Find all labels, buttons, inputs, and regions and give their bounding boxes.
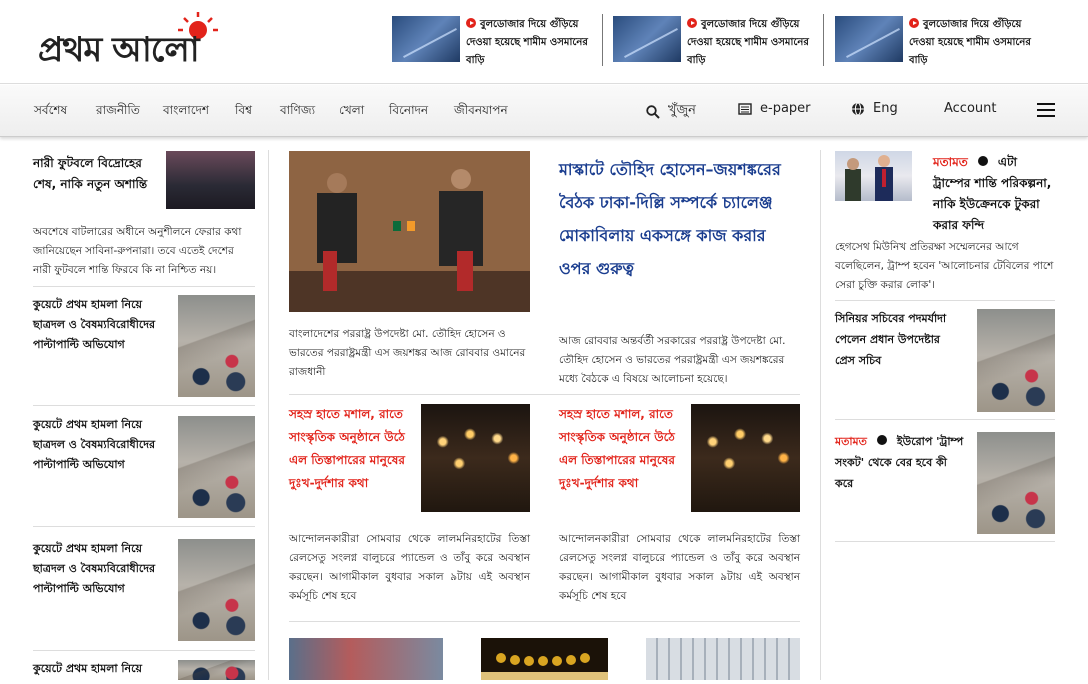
search-icon — [646, 104, 660, 119]
teaser-title[interactable]: বুলডোজার দিয়ে গুঁড়িয়ে দেওয়া হয়েছে শ… — [466, 19, 588, 66]
opinion-image[interactable] — [835, 151, 912, 201]
nav-item-business[interactable]: বাণিজ্য — [280, 102, 315, 122]
nav-item-bangladesh[interactable]: বাংলাদেশ — [163, 102, 209, 122]
lead-image[interactable] — [289, 151, 530, 312]
divider — [289, 621, 800, 622]
main-nav: সর্বশেষ রাজনীতি বাংলাদেশ বিশ্ব বাণিজ্য খ… — [0, 85, 1088, 137]
left-story-image[interactable] — [178, 539, 255, 641]
story-summary: আন্দোলনকারীরা সোমবার থেকে লালমনিরহাটের ত… — [289, 533, 530, 602]
divider — [835, 300, 1055, 301]
top-teaser[interactable]: বুলডোজার দিয়ে গুঁড়িয়ে দেওয়া হয়েছে শ… — [613, 16, 823, 66]
right-story-image[interactable] — [977, 432, 1055, 534]
video-play-icon — [909, 18, 919, 28]
account-link[interactable]: Account — [944, 101, 997, 116]
language-label: Eng — [873, 101, 898, 116]
bullet-icon — [876, 435, 887, 445]
divider — [289, 394, 800, 395]
left-lead-title[interactable]: নারী ফুটবলে বিদ্রোহের শেষ, নাকি নতুন অশা… — [33, 153, 158, 195]
divider — [33, 526, 255, 527]
top-teaser[interactable]: বুলডোজার দিয়ে গুঁড়িয়ে দেওয়া হয়েছে শ… — [392, 16, 602, 66]
right-story-title[interactable]: সিনিয়র সচিবের পদমর্যাদা পেলেন প্রধান উপ… — [835, 308, 960, 371]
nav-item-sports[interactable]: খেলা — [339, 102, 364, 122]
lead-photo-art — [289, 151, 530, 312]
left-lead-image[interactable] — [166, 151, 255, 209]
column-divider — [820, 150, 821, 680]
menu-icon[interactable] — [1037, 103, 1055, 117]
teaser-thumbnail[interactable] — [835, 16, 903, 62]
bottom-story-image[interactable] — [481, 638, 608, 680]
teaser-title[interactable]: বুলডোজার দিয়ে গুঁড়িয়ে দেওয়া হয়েছে শ… — [909, 19, 1031, 66]
opinion-photo-art — [845, 155, 893, 201]
teaser-thumbnail[interactable] — [613, 16, 681, 62]
video-play-icon — [466, 18, 476, 28]
divider — [823, 14, 824, 66]
left-story-image[interactable] — [178, 295, 255, 397]
bullet-icon — [977, 156, 988, 166]
lead-summary: আজ রোববার অন্তর্বর্তী সরকারের পররাষ্ট্র … — [559, 335, 786, 385]
right-story-image[interactable] — [977, 309, 1055, 412]
lead-image-caption: বাংলাদেশের পররাষ্ট্র উপদেষ্টা মো. তৌহিদ … — [289, 328, 526, 378]
globe-icon — [852, 102, 864, 115]
left-story-title[interactable]: কুয়েটে প্রথম হামলা নিয়ে — [33, 659, 163, 679]
opinion-label[interactable]: মতামত — [933, 155, 968, 169]
lead-headline[interactable]: মাস্কাটে তৌহিদ হোসেন–জয়শঙ্করের বৈঠক ঢাক… — [559, 153, 799, 285]
site-logo[interactable]: প্রথম আলো — [38, 10, 283, 70]
story-image[interactable] — [691, 404, 800, 512]
column-divider — [268, 150, 269, 680]
teaser-title[interactable]: বুলডোজার দিয়ে গুঁড়িয়ে দেওয়া হয়েছে শ… — [687, 19, 809, 66]
search-label: খুঁজুন — [668, 103, 696, 118]
story-image[interactable] — [421, 404, 530, 512]
logo-text: প্রথম আলো — [38, 30, 200, 70]
left-story-title[interactable]: কুয়েটে প্রথম হামলা নিয়ে ছাত্রদল ও বৈষম… — [33, 295, 163, 355]
teaser-thumbnail[interactable] — [392, 16, 460, 62]
top-bar: প্রথম আলো বুলডোজার দিয়ে গুঁড়িয়ে দেওয়… — [0, 0, 1088, 84]
nav-item-lifestyle[interactable]: জীবনযাপন — [454, 102, 508, 122]
divider — [33, 405, 255, 406]
top-teaser[interactable]: বুলডোজার দিয়ে গুঁড়িয়ে দেওয়া হয়েছে শ… — [835, 16, 1045, 66]
story-title[interactable]: সহস্র হাতে মশাল, রাতে সাংস্কৃতিক অনুষ্ঠা… — [289, 403, 413, 495]
opinion-summary: হেগসেথ মিউনিখ প্রতিরক্ষা সম্মেলনের আগে ব… — [835, 241, 1054, 291]
divider — [33, 286, 255, 287]
left-story-image[interactable] — [178, 416, 255, 518]
divider — [835, 419, 1055, 420]
left-story-title[interactable]: কুয়েটে প্রথম হামলা নিয়ে ছাত্রদল ও বৈষম… — [33, 415, 163, 475]
newspaper-icon — [738, 102, 752, 115]
nav-item-politics[interactable]: রাজনীতি — [96, 102, 140, 122]
jewelry-photo-art — [481, 653, 608, 680]
video-play-icon — [687, 18, 697, 28]
left-lead-summary: অবশেষে বাটলারের অধীনে অনুশীলনে ফেরার কথা… — [33, 226, 242, 276]
bottom-story-image[interactable] — [289, 638, 443, 680]
divider — [835, 541, 1055, 542]
nav-item-world[interactable]: বিশ্ব — [235, 102, 252, 122]
story-summary: আন্দোলনকারীরা সোমবার থেকে লালমনিরহাটের ত… — [559, 533, 800, 602]
nav-item-entertainment[interactable]: বিনোদন — [389, 102, 428, 122]
epaper-link[interactable]: e-paper — [738, 101, 811, 116]
left-story-title[interactable]: কুয়েটে প্রথম হামলা নিয়ে ছাত্রদল ও বৈষম… — [33, 539, 163, 599]
opinion-label[interactable]: মতামত — [835, 435, 867, 448]
epaper-label: e-paper — [760, 101, 811, 116]
language-toggle[interactable]: Eng — [851, 101, 898, 116]
left-story-image[interactable] — [178, 660, 255, 680]
divider — [33, 650, 255, 651]
bottom-story-image[interactable] — [646, 638, 800, 680]
nav-item-latest[interactable]: সর্বশেষ — [34, 102, 67, 122]
story-title[interactable]: সহস্র হাতে মশাল, রাতে সাংস্কৃতিক অনুষ্ঠা… — [559, 403, 683, 495]
divider — [602, 14, 603, 66]
search-button[interactable]: খুঁজুন — [646, 101, 696, 122]
